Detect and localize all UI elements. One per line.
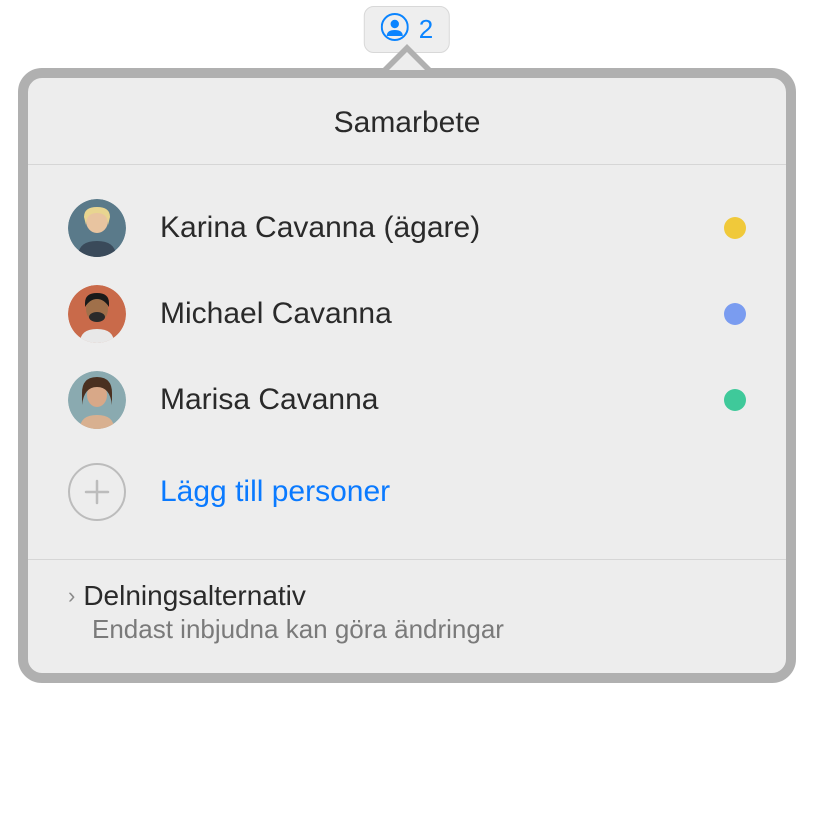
avatar bbox=[68, 285, 126, 343]
participant-row[interactable]: Michael Cavanna bbox=[68, 271, 746, 357]
sharing-options-subtitle: Endast inbjudna kan göra ändringar bbox=[92, 614, 746, 645]
participant-row[interactable]: Marisa Cavanna bbox=[68, 357, 746, 443]
avatar bbox=[68, 199, 126, 257]
status-dot bbox=[724, 389, 746, 411]
participants-list: Karina Cavanna (ägare) Michael Cavanna bbox=[28, 165, 786, 559]
sharing-options-title: Delningsalternativ bbox=[83, 580, 306, 612]
sharing-options-button[interactable]: › Delningsalternativ Endast inbjudna kan… bbox=[28, 559, 786, 673]
participant-row[interactable]: Karina Cavanna (ägare) bbox=[68, 185, 746, 271]
status-dot bbox=[724, 303, 746, 325]
participant-name: Michael Cavanna bbox=[160, 297, 724, 331]
popover-header: Samarbete bbox=[28, 78, 786, 165]
status-dot bbox=[724, 217, 746, 239]
popover-title: Samarbete bbox=[28, 106, 786, 140]
plus-icon bbox=[68, 463, 126, 521]
participant-name: Karina Cavanna (ägare) bbox=[160, 211, 724, 245]
participant-name: Marisa Cavanna bbox=[160, 383, 724, 417]
collaboration-popover: Samarbete Karina Cavanna (ägare) bbox=[18, 68, 796, 683]
avatar bbox=[68, 371, 126, 429]
add-people-label: Lägg till personer bbox=[160, 475, 390, 509]
person-badge-icon bbox=[381, 13, 409, 46]
chevron-right-icon: › bbox=[68, 585, 75, 607]
collaborator-count: 2 bbox=[419, 14, 433, 45]
add-people-button[interactable]: Lägg till personer bbox=[68, 443, 746, 549]
